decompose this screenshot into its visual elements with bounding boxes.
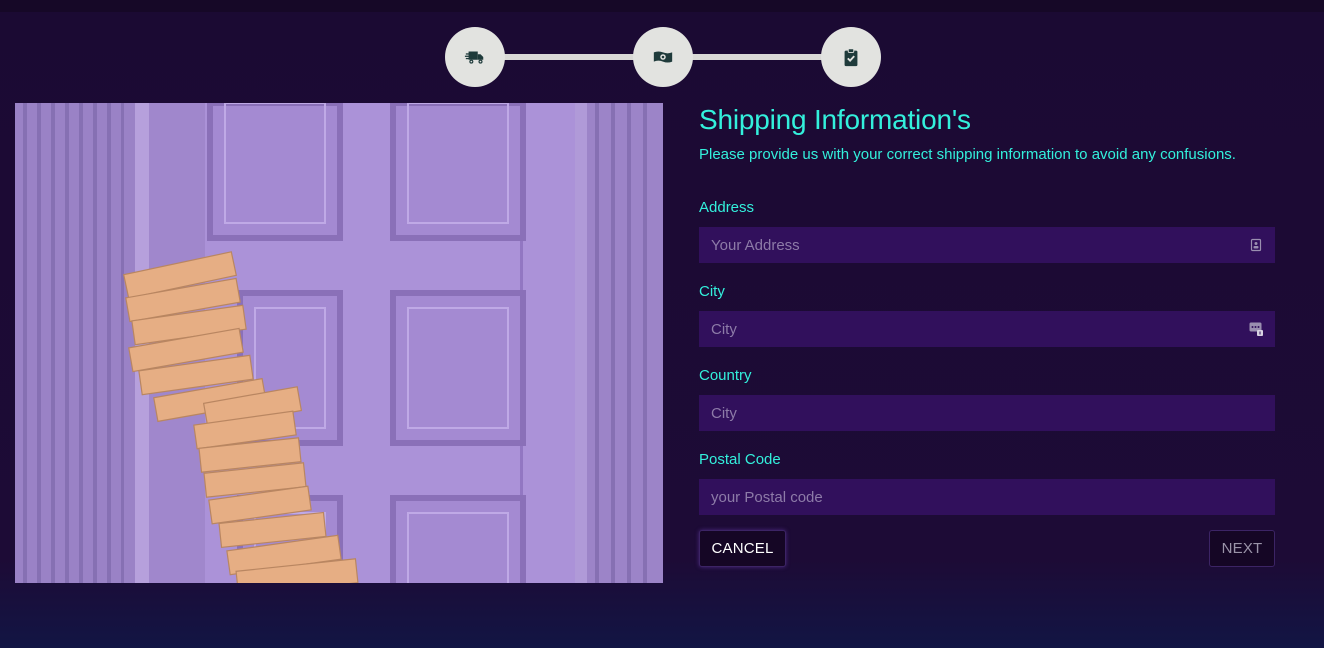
country-label: Country <box>699 367 752 384</box>
money-bill-icon <box>653 51 673 63</box>
country-input[interactable] <box>699 395 1275 431</box>
step-confirmation[interactable] <box>821 27 881 87</box>
checkout-stepper <box>445 27 881 87</box>
next-button[interactable]: NEXT <box>1209 530 1275 567</box>
city-label: City <box>699 283 725 300</box>
step-payment[interactable] <box>633 27 693 87</box>
top-bar <box>0 0 1324 12</box>
clipboard-check-icon <box>844 48 858 67</box>
postal-code-input[interactable] <box>699 479 1275 515</box>
stepper-connector <box>688 54 823 60</box>
postal-code-label: Postal Code <box>699 451 781 468</box>
packages-by-door-illustration <box>15 103 663 583</box>
country-field-wrapper <box>699 395 1275 431</box>
autofill-badge-icon[interactable] <box>1249 322 1263 336</box>
contact-card-icon[interactable] <box>1249 238 1263 252</box>
postal-code-field-wrapper <box>699 479 1275 515</box>
address-field-wrapper <box>699 227 1275 263</box>
cancel-button[interactable]: CANCEL <box>699 530 786 567</box>
shipping-hero-image <box>15 103 663 583</box>
city-field-wrapper <box>699 311 1275 347</box>
page-subtitle: Please provide us with your correct ship… <box>699 146 1236 163</box>
shipping-truck-icon <box>464 51 484 64</box>
address-label: Address <box>699 199 755 216</box>
step-shipping[interactable] <box>445 27 505 87</box>
city-input[interactable] <box>699 311 1275 347</box>
shipping-form: Shipping Information's Please provide us… <box>699 103 1275 567</box>
stepper-connector <box>500 54 635 60</box>
page-title: Shipping Information's <box>699 104 971 135</box>
address-input[interactable] <box>699 227 1275 263</box>
